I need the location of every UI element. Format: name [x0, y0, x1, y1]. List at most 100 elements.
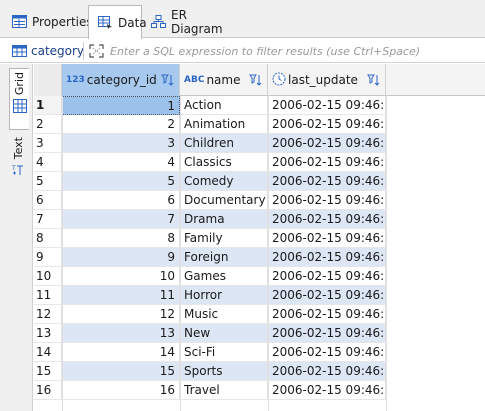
cell-category-id[interactable]: 1 — [62, 96, 180, 115]
cell-category-id[interactable]: 6 — [62, 191, 180, 210]
cell-name[interactable]: Music — [180, 305, 268, 324]
table-row[interactable]: 16 16 Travel 2006-02-15 09:46:27 — [34, 381, 485, 400]
table-row[interactable]: 4 4 Classics 2006-02-15 09:46:27 — [34, 153, 485, 172]
cell-category-id[interactable]: 16 — [62, 381, 180, 400]
tab-data[interactable]: Data — [88, 5, 147, 39]
cell-last-update[interactable]: 2006-02-15 09:46:27 — [268, 210, 386, 229]
cell-category-id[interactable]: 14 — [62, 343, 180, 362]
cell-name[interactable]: Family — [180, 229, 268, 248]
cell-name[interactable]: Sci-Fi — [180, 343, 268, 362]
table-row[interactable]: 13 13 New 2006-02-15 09:46:27 — [34, 324, 485, 343]
tab-er-diagram[interactable]: ER Diagram — [142, 5, 230, 38]
table-row[interactable]: 7 7 Drama 2006-02-15 09:46:27 — [34, 210, 485, 229]
row-number[interactable]: 7 — [34, 210, 62, 229]
column-header-category-id[interactable]: 123 category_id — [62, 64, 180, 96]
table-name-chip[interactable]: category — [12, 43, 84, 59]
results-grid[interactable]: 123 category_id ABC name last_update 1 1… — [34, 64, 485, 411]
cell-last-update[interactable]: 2006-02-15 09:46:27 — [268, 172, 386, 191]
cell-category-id[interactable]: 11 — [62, 286, 180, 305]
cell-last-update[interactable]: 2006-02-15 09:46:27 — [268, 96, 386, 115]
filter-separator — [83, 42, 84, 60]
cell-name[interactable]: Comedy — [180, 172, 268, 191]
cell-category-id[interactable]: 9 — [62, 248, 180, 267]
cell-name[interactable]: Action — [180, 96, 268, 115]
table-row[interactable]: 5 5 Comedy 2006-02-15 09:46:27 — [34, 172, 485, 191]
cell-name[interactable]: Foreign — [180, 248, 268, 267]
cell-category-id[interactable]: 3 — [62, 134, 180, 153]
cell-name[interactable]: Travel — [180, 381, 268, 400]
row-number[interactable]: 4 — [34, 153, 62, 172]
cell-category-id[interactable]: 13 — [62, 324, 180, 343]
cell-name[interactable]: Horror — [180, 286, 268, 305]
row-number[interactable]: 2 — [34, 115, 62, 134]
column-header-label: category_id — [86, 73, 157, 87]
row-number[interactable]: 8 — [34, 229, 62, 248]
table-row[interactable]: 9 9 Foreign 2006-02-15 09:46:27 — [34, 248, 485, 267]
cell-last-update[interactable]: 2006-02-15 09:46:27 — [268, 362, 386, 381]
cell-last-update[interactable]: 2006-02-15 09:46:27 — [268, 115, 386, 134]
cell-category-id[interactable]: 5 — [62, 172, 180, 191]
row-number[interactable]: 16 — [34, 381, 62, 400]
table-row[interactable]: 11 11 Horror 2006-02-15 09:46:27 — [34, 286, 485, 305]
cell-name[interactable]: New — [180, 324, 268, 343]
table-row[interactable]: 8 8 Family 2006-02-15 09:46:27 — [34, 229, 485, 248]
cell-name[interactable]: Games — [180, 267, 268, 286]
filter-sort-icon[interactable] — [367, 73, 381, 87]
table-row[interactable]: 14 14 Sci-Fi 2006-02-15 09:46:27 — [34, 343, 485, 362]
side-tab-grid-label: Grid — [13, 72, 26, 96]
cell-category-id[interactable]: 15 — [62, 362, 180, 381]
cell-name[interactable]: Children — [180, 134, 268, 153]
table-row[interactable]: 10 10 Games 2006-02-15 09:46:27 — [34, 267, 485, 286]
cell-last-update[interactable]: 2006-02-15 09:46:27 — [268, 134, 386, 153]
table-row[interactable]: 3 3 Children 2006-02-15 09:46:27 — [34, 134, 485, 153]
row-number[interactable]: 3 — [34, 134, 62, 153]
er-diagram-icon — [151, 15, 166, 28]
cell-name[interactable]: Documentary — [180, 191, 268, 210]
table-row[interactable]: 6 6 Documentary 2006-02-15 09:46:27 — [34, 191, 485, 210]
row-number[interactable]: 14 — [34, 343, 62, 362]
table-row[interactable]: 15 15 Sports 2006-02-15 09:46:27 — [34, 362, 485, 381]
cell-category-id[interactable]: 2 — [62, 115, 180, 134]
cell-last-update[interactable]: 2006-02-15 09:46:27 — [268, 305, 386, 324]
cell-last-update[interactable]: 2006-02-15 09:46:27 — [268, 324, 386, 343]
cell-category-id[interactable]: 12 — [62, 305, 180, 324]
cell-name[interactable]: Sports — [180, 362, 268, 381]
cell-last-update[interactable]: 2006-02-15 09:46:27 — [268, 381, 386, 400]
filter-sort-icon[interactable] — [249, 73, 263, 87]
row-number[interactable]: 5 — [34, 172, 62, 191]
cell-last-update[interactable]: 2006-02-15 09:46:27 — [268, 248, 386, 267]
cell-name[interactable]: Drama — [180, 210, 268, 229]
cell-last-update[interactable]: 2006-02-15 09:46:27 — [268, 286, 386, 305]
tab-properties[interactable]: Properties — [3, 5, 93, 38]
cell-category-id[interactable]: 8 — [62, 229, 180, 248]
row-number[interactable]: 6 — [34, 191, 62, 210]
column-header-last-update[interactable]: last_update — [268, 64, 386, 96]
side-tab-grid[interactable]: Grid — [9, 68, 29, 130]
cell-category-id[interactable]: 10 — [62, 267, 180, 286]
table-row[interactable]: 2 2 Animation 2006-02-15 09:46:27 — [34, 115, 485, 134]
cell-category-id[interactable]: 7 — [62, 210, 180, 229]
row-number-header[interactable] — [34, 64, 62, 96]
cell-last-update[interactable]: 2006-02-15 09:46:27 — [268, 343, 386, 362]
filter-sort-icon[interactable] — [161, 73, 175, 87]
expand-filter-icon[interactable] — [89, 44, 104, 58]
column-header-name[interactable]: ABC name — [180, 64, 268, 96]
cell-name[interactable]: Animation — [180, 115, 268, 134]
row-number[interactable]: 15 — [34, 362, 62, 381]
cell-last-update[interactable]: 2006-02-15 09:46:27 — [268, 229, 386, 248]
cell-name[interactable]: Classics — [180, 153, 268, 172]
table-row[interactable]: 1 1 Action 2006-02-15 09:46:27 — [34, 96, 485, 115]
row-number[interactable]: 11 — [34, 286, 62, 305]
row-number[interactable]: 10 — [34, 267, 62, 286]
cell-last-update[interactable]: 2006-02-15 09:46:27 — [268, 191, 386, 210]
side-tab-text[interactable]: Text T — [8, 134, 28, 190]
cell-category-id[interactable]: 4 — [62, 153, 180, 172]
row-number[interactable]: 1 — [34, 96, 62, 115]
table-row[interactable]: 12 12 Music 2006-02-15 09:46:27 — [34, 305, 485, 324]
sql-filter-input[interactable] — [110, 42, 480, 60]
cell-last-update[interactable]: 2006-02-15 09:46:27 — [268, 267, 386, 286]
row-number[interactable]: 9 — [34, 248, 62, 267]
row-number[interactable]: 13 — [34, 324, 62, 343]
row-number[interactable]: 12 — [34, 305, 62, 324]
cell-last-update[interactable]: 2006-02-15 09:46:27 — [268, 153, 386, 172]
